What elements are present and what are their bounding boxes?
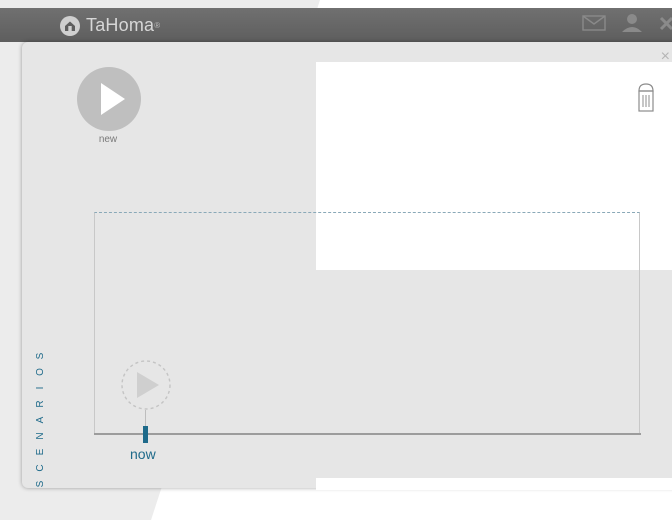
now-stem	[145, 410, 146, 426]
scenarios-vertical-label: SOIRANECS	[34, 348, 48, 492]
header-actions	[582, 13, 672, 33]
app-logo: TaHoma ®	[60, 15, 160, 36]
vertical-label-letter: R	[35, 400, 46, 408]
vertical-label-letter: O	[35, 368, 46, 376]
play-icon	[77, 67, 141, 131]
timeline-area	[94, 212, 640, 433]
new-scenario-label: new	[98, 134, 118, 145]
trash-icon[interactable]	[637, 83, 655, 118]
play-icon	[121, 360, 171, 410]
bottom-strip	[316, 478, 672, 490]
mail-icon[interactable]	[582, 15, 606, 31]
vertical-label-letter: S	[35, 352, 46, 360]
vertical-label-letter: E	[35, 448, 46, 456]
now-marker[interactable]	[143, 426, 148, 443]
vertical-label-letter: I	[35, 386, 46, 390]
user-icon[interactable]	[620, 13, 644, 33]
new-scenario-button[interactable]	[77, 67, 141, 131]
close-icon[interactable]	[658, 15, 672, 31]
home-icon	[60, 15, 80, 36]
timeline-play-button[interactable]	[120, 359, 172, 416]
vertical-label-letter: S	[35, 480, 46, 488]
brand-name: TaHoma	[86, 15, 155, 35]
now-label: now	[130, 446, 156, 462]
top-bar: TaHoma ®	[0, 8, 672, 42]
timeline-baseline	[94, 433, 641, 435]
vertical-label-letter: C	[35, 464, 46, 472]
vertical-label-letter: A	[35, 416, 46, 424]
registered-mark: ®	[154, 21, 161, 30]
vertical-label-letter: N	[35, 432, 46, 440]
